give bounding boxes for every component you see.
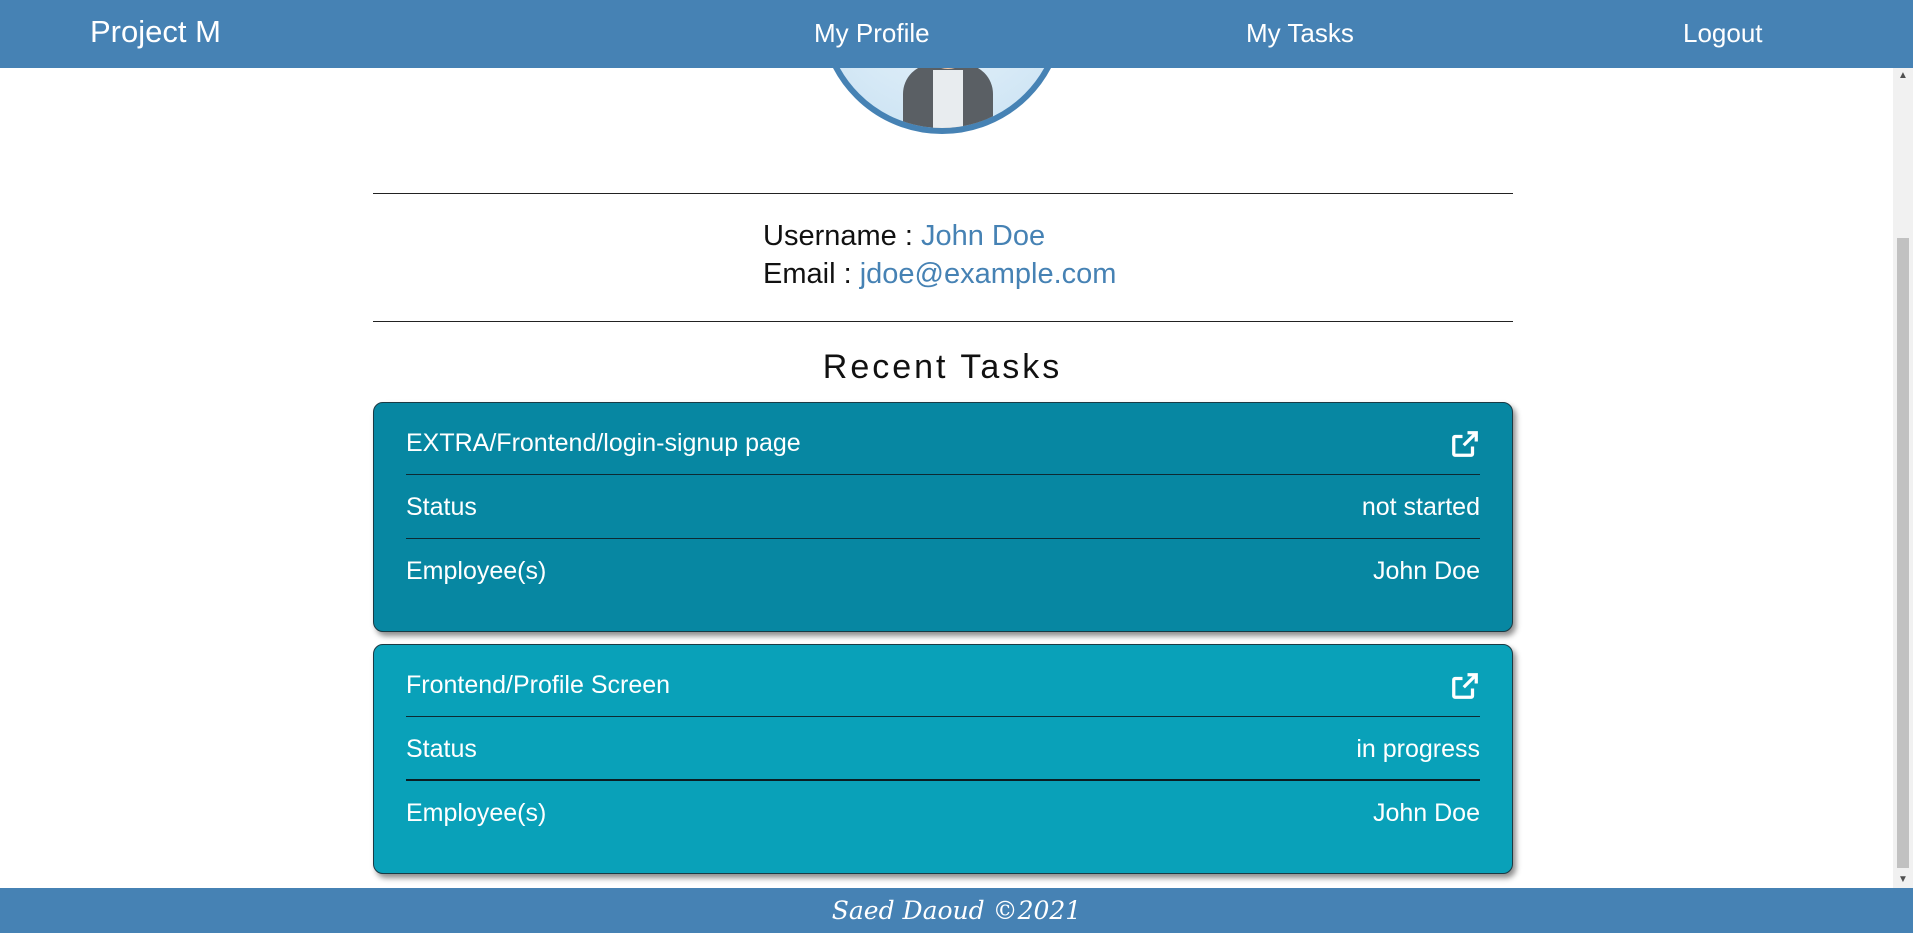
scroll-thumb[interactable] bbox=[1897, 238, 1909, 868]
recent-tasks-title: Recent Tasks bbox=[822, 348, 1063, 386]
employees-value: John Doe bbox=[1372, 557, 1480, 585]
brand-logo[interactable]: Project M bbox=[90, 14, 221, 50]
task-employees-row: Employee(s) John Doe bbox=[406, 539, 1480, 603]
footer: Saed Daoud ©2021 bbox=[0, 888, 1913, 933]
nav-my-profile[interactable]: My Profile bbox=[814, 18, 930, 49]
navbar: Project M My Profile My Tasks Logout bbox=[0, 0, 1913, 68]
status-value: in progress bbox=[1356, 735, 1480, 763]
scroll-down-arrow[interactable]: ▼ bbox=[1893, 872, 1913, 888]
nav-my-tasks[interactable]: My Tasks bbox=[1246, 18, 1354, 49]
external-link-icon[interactable] bbox=[1450, 429, 1480, 459]
employees-value: John Doe bbox=[1372, 799, 1480, 827]
status-value: not started bbox=[1361, 493, 1480, 521]
task-title: EXTRA/Frontend/login-signup page bbox=[406, 429, 801, 457]
employees-label: Employee(s) bbox=[406, 799, 547, 827]
username-line: Username : John Doe bbox=[763, 220, 1045, 253]
email-value: jdoe@example.com bbox=[859, 258, 1117, 290]
main-content: Username : John Doe Email : jdoe@example… bbox=[0, 68, 1893, 888]
task-status-row: Status in progress bbox=[406, 717, 1480, 781]
scroll-up-arrow[interactable]: ▲ bbox=[1893, 68, 1913, 84]
employees-label: Employee(s) bbox=[406, 557, 547, 585]
task-title-row: Frontend/Profile Screen bbox=[406, 653, 1480, 717]
username-label: Username : bbox=[763, 220, 913, 252]
external-link-icon[interactable] bbox=[1450, 671, 1480, 701]
nav-logout[interactable]: Logout bbox=[1683, 18, 1763, 49]
avatar-image bbox=[819, 68, 1065, 134]
divider-bottom bbox=[373, 321, 1513, 322]
username-value: John Doe bbox=[920, 220, 1046, 252]
task-card: EXTRA/Frontend/login-signup page Status … bbox=[373, 402, 1513, 632]
status-label: Status bbox=[406, 735, 477, 763]
task-title: Frontend/Profile Screen bbox=[406, 671, 671, 699]
email-line: Email : jdoe@example.com bbox=[763, 258, 1116, 291]
status-label: Status bbox=[406, 493, 477, 521]
task-employees-row: Employee(s) John Doe bbox=[406, 781, 1480, 845]
page-scrollbar[interactable]: ▲ ▼ bbox=[1893, 68, 1913, 888]
task-card: Frontend/Profile Screen Status in progre… bbox=[373, 644, 1513, 874]
email-label: Email : bbox=[763, 258, 852, 290]
avatar-shirt bbox=[933, 70, 963, 128]
task-status-row: Status not started bbox=[406, 475, 1480, 539]
divider-top bbox=[373, 193, 1513, 194]
task-title-row: EXTRA/Frontend/login-signup page bbox=[406, 411, 1480, 475]
